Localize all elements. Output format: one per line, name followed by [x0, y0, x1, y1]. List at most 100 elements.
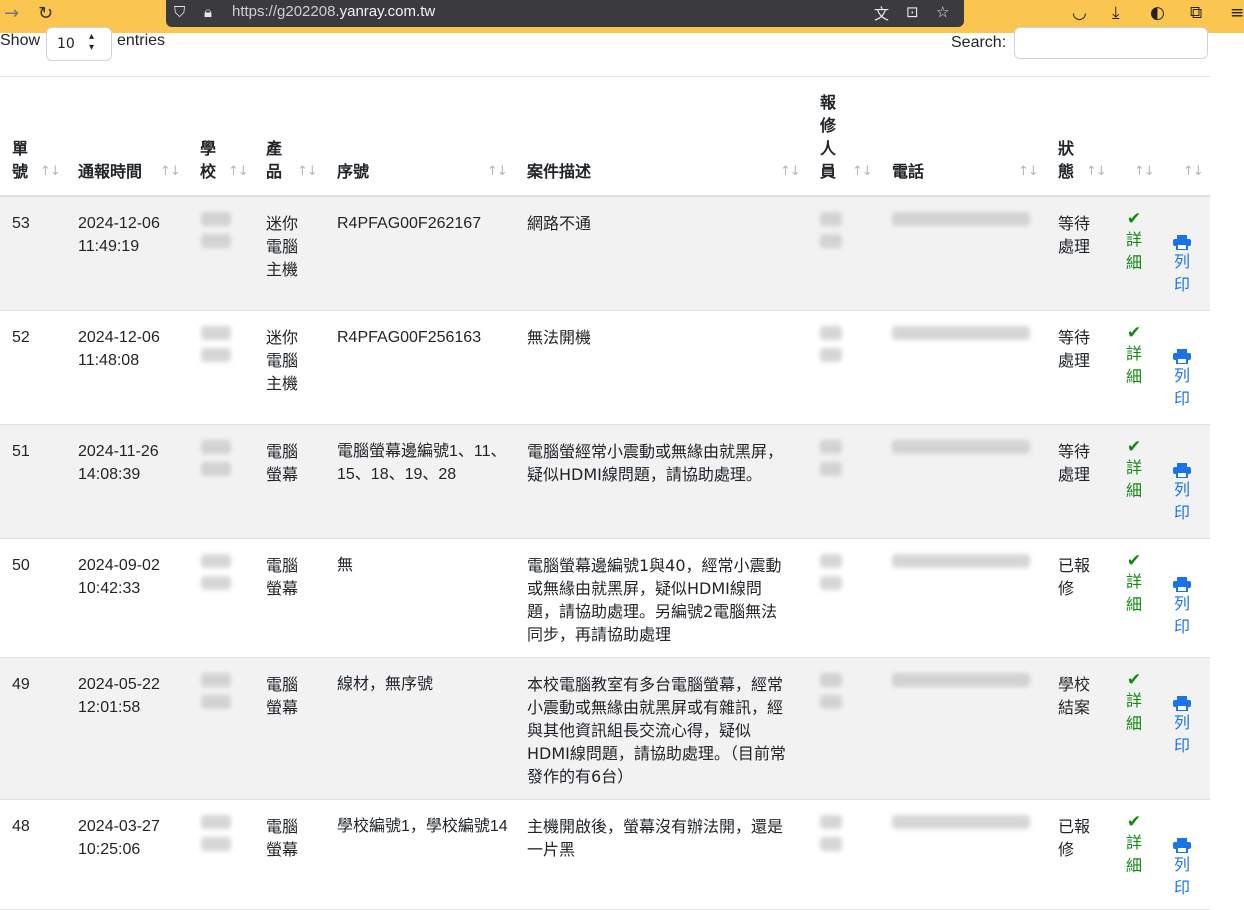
- print-label[interactable]: 列印: [1174, 855, 1190, 897]
- cell-report-time: 2024-09-02 10:42:33: [78, 554, 160, 600]
- header-reporter[interactable]: 報修人員: [820, 91, 842, 183]
- sort-icon[interactable]: ↑↓: [1134, 164, 1155, 179]
- check-icon[interactable]: ✔: [1124, 210, 1144, 228]
- url-scheme: https://: [232, 3, 278, 20]
- printer-icon[interactable]: [1173, 347, 1191, 365]
- print-label[interactable]: 列印: [1174, 366, 1190, 408]
- cell-reporter-redacted: [820, 673, 842, 717]
- detail-link[interactable]: ✔ 詳細: [1124, 324, 1144, 388]
- printer-icon[interactable]: [1173, 233, 1191, 251]
- address-bar[interactable]: ⛉ 🔒︎ https://g202208.yanray.com.tw 文 ⊡ ☆: [166, 0, 964, 27]
- detail-link[interactable]: ✔ 詳細: [1124, 552, 1144, 616]
- cell-reporter-redacted: [820, 815, 842, 859]
- translate-icon[interactable]: 文: [874, 3, 889, 24]
- print-label[interactable]: 列印: [1174, 480, 1190, 522]
- sort-icon[interactable]: ↑↓: [160, 164, 181, 179]
- detail-link[interactable]: ✔ 詳細: [1124, 210, 1144, 274]
- check-icon[interactable]: ✔: [1124, 813, 1144, 831]
- printer-icon[interactable]: [1173, 694, 1191, 712]
- table-row: 48 2024-03-27 10:25:06 電腦螢幕 學校編號1，學校編號14…: [0, 800, 1210, 910]
- header-description[interactable]: 案件描述: [527, 160, 591, 183]
- show-label: Show: [0, 32, 41, 49]
- header-id[interactable]: 單號: [12, 137, 34, 183]
- cell-time: 10:25:06: [78, 841, 141, 858]
- search-input[interactable]: [1014, 27, 1208, 59]
- sort-icon[interactable]: ↑↓: [297, 164, 318, 179]
- entries-label: entries: [117, 32, 166, 49]
- print-label[interactable]: 列印: [1174, 252, 1190, 294]
- print-link[interactable]: 列印: [1172, 694, 1192, 757]
- printer-icon[interactable]: [1173, 575, 1191, 593]
- print-link[interactable]: 列印: [1172, 836, 1192, 899]
- url-text[interactable]: https://g202208.yanray.com.tw: [232, 3, 435, 20]
- menu-icon[interactable]: ≡: [1230, 3, 1244, 23]
- cell-status: 等待處理: [1058, 214, 1091, 256]
- sort-icon[interactable]: ↑↓: [1018, 164, 1039, 179]
- table-row: 51 2024-11-26 14:08:39 電腦螢幕 電腦螢幕邊編號1、11、…: [0, 425, 1210, 539]
- print-link[interactable]: 列印: [1172, 575, 1192, 638]
- detail-link[interactable]: ✔ 詳細: [1124, 671, 1144, 735]
- page-translate-icon[interactable]: ⊡: [906, 3, 919, 21]
- header-status[interactable]: 狀態: [1058, 137, 1080, 183]
- download-icon[interactable]: ⤓: [1112, 3, 1120, 23]
- pocket-icon[interactable]: ◡: [1072, 3, 1087, 23]
- sort-icon[interactable]: ↑↓: [1183, 164, 1204, 179]
- sort-icon[interactable]: ↑↓: [780, 164, 801, 179]
- header-school[interactable]: 學校: [200, 137, 222, 183]
- detail-link[interactable]: ✔ 詳細: [1124, 813, 1144, 877]
- print-link[interactable]: 列印: [1172, 461, 1192, 524]
- forward-icon[interactable]: →: [4, 3, 19, 24]
- lock-icon[interactable]: 🔒︎: [204, 3, 212, 21]
- cell-serial: R4PFAG00F262167: [337, 215, 482, 232]
- detail-label[interactable]: 詳細: [1126, 572, 1142, 614]
- detail-label[interactable]: 詳細: [1126, 344, 1142, 386]
- extensions-icon[interactable]: ⧉: [1190, 3, 1202, 23]
- cell-status: 已報修: [1058, 556, 1091, 598]
- extension-avatar-icon[interactable]: ◐: [1150, 3, 1165, 23]
- cell-report-time: 2024-12-06 11:49:19: [78, 212, 160, 258]
- cell-school-redacted: [201, 212, 231, 256]
- cell-phone-redacted: [892, 554, 1030, 576]
- detail-label[interactable]: 詳細: [1126, 230, 1142, 272]
- cell-serial: 電腦螢幕邊編號1、11、15、18、19、28: [337, 443, 507, 483]
- cell-serial: 無: [337, 557, 354, 574]
- detail-link[interactable]: ✔ 詳細: [1124, 438, 1144, 502]
- printer-icon[interactable]: [1173, 836, 1191, 854]
- select-arrows-icon: ▴ ▾: [89, 31, 95, 53]
- sort-icon[interactable]: ↑↓: [1086, 164, 1107, 179]
- header-serial[interactable]: 序號: [337, 160, 369, 183]
- sort-icon[interactable]: ↑↓: [228, 164, 249, 179]
- header-product[interactable]: 產品: [266, 137, 288, 183]
- check-icon[interactable]: ✔: [1124, 671, 1144, 689]
- table-row: 50 2024-09-02 10:42:33 電腦螢幕 無 電腦螢幕邊編號1與4…: [0, 539, 1210, 658]
- header-phone[interactable]: 電話: [892, 160, 924, 183]
- detail-label[interactable]: 詳細: [1126, 691, 1142, 733]
- sort-icon[interactable]: ↑↓: [487, 164, 508, 179]
- print-label[interactable]: 列印: [1174, 594, 1190, 636]
- detail-label[interactable]: 詳細: [1126, 833, 1142, 875]
- cell-phone-redacted: [892, 326, 1030, 348]
- page-length-select[interactable]: 10 ▴ ▾: [46, 27, 112, 61]
- check-icon[interactable]: ✔: [1124, 438, 1144, 456]
- cell-reporter-redacted: [820, 326, 842, 370]
- table-row: 49 2024-05-22 12:01:58 電腦螢幕 線材，無序號 本校電腦教…: [0, 658, 1210, 800]
- sort-icon[interactable]: ↑↓: [40, 164, 61, 179]
- print-label[interactable]: 列印: [1174, 713, 1190, 755]
- header-report-time[interactable]: 通報時間: [78, 160, 142, 183]
- table-row: 52 2024-12-06 11:48:08 迷你電腦主機 R4PFAG00F2…: [0, 311, 1210, 425]
- printer-icon[interactable]: [1173, 461, 1191, 479]
- cell-serial: 線材，無序號: [337, 676, 434, 693]
- shield-icon[interactable]: ⛉: [174, 3, 185, 21]
- sort-icon[interactable]: ↑↓: [852, 164, 873, 179]
- check-icon[interactable]: ✔: [1124, 552, 1144, 570]
- detail-label[interactable]: 詳細: [1126, 458, 1142, 500]
- print-link[interactable]: 列印: [1172, 233, 1192, 296]
- bookmark-star-icon[interactable]: ☆: [936, 3, 949, 21]
- check-icon[interactable]: ✔: [1124, 324, 1144, 342]
- table-header: 單號 ↑↓ 通報時間 ↑↓ 學校 ↑↓ 產品 ↑↓ 序號 ↑↓ 案件描述 ↑↓ …: [0, 77, 1210, 197]
- reload-icon[interactable]: ↻: [38, 3, 53, 24]
- print-link[interactable]: 列印: [1172, 347, 1192, 410]
- cell-reporter-redacted: [820, 212, 842, 256]
- cell-description: 主機開啟後，螢幕沒有辦法開，還是一片黑: [527, 817, 784, 859]
- page-length-value: 10: [57, 36, 75, 52]
